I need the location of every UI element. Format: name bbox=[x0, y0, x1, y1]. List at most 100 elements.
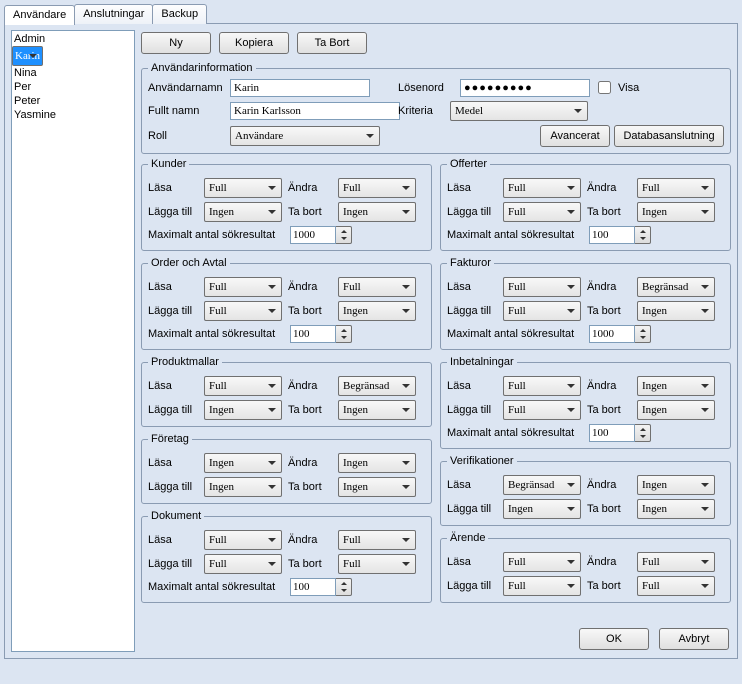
show-password-check[interactable] bbox=[598, 81, 611, 94]
perm-group-offerter: OfferterLäsaFullÄndraFullLägga tillFullT… bbox=[440, 158, 731, 251]
perm-read-select[interactable]: Full bbox=[204, 178, 282, 198]
perm-delete-select[interactable]: Ingen bbox=[637, 400, 715, 420]
user-list-item[interactable]: Peter bbox=[12, 94, 134, 108]
perm-max-input[interactable] bbox=[290, 325, 336, 343]
perm-delete-select[interactable]: Ingen bbox=[637, 499, 715, 519]
perm-change-select[interactable]: Full bbox=[338, 530, 416, 550]
password-input[interactable] bbox=[460, 79, 590, 97]
perm-delete-select[interactable]: Ingen bbox=[637, 202, 715, 222]
advanced-button[interactable]: Avancerat bbox=[540, 125, 610, 147]
new-button[interactable]: Ny bbox=[141, 32, 211, 54]
spinner-down[interactable] bbox=[336, 587, 351, 595]
perm-max-spinner[interactable] bbox=[589, 424, 651, 442]
perm-add-select[interactable]: Full bbox=[503, 301, 581, 321]
spinner-up[interactable] bbox=[336, 579, 351, 587]
perm-add-select[interactable]: Full bbox=[503, 400, 581, 420]
perm-delete-select[interactable]: Full bbox=[637, 576, 715, 596]
dbconnection-button[interactable]: Databasanslutning bbox=[614, 125, 724, 147]
perm-label: Ta bort bbox=[587, 305, 631, 317]
tab-backup[interactable]: Backup bbox=[152, 4, 207, 24]
fullname-input[interactable] bbox=[230, 102, 400, 120]
user-list-item[interactable]: Admin bbox=[12, 32, 134, 46]
perm-read-select[interactable]: Full bbox=[204, 277, 282, 297]
perm-delete-select[interactable]: Full bbox=[338, 554, 416, 574]
perm-max-input[interactable] bbox=[290, 226, 336, 244]
perm-add-select[interactable]: Ingen bbox=[503, 499, 581, 519]
spinner-up[interactable] bbox=[635, 227, 650, 235]
perm-legend: Order och Avtal bbox=[148, 257, 230, 269]
role-select[interactable]: Användare bbox=[230, 126, 380, 146]
perm-change-select[interactable]: Ingen bbox=[338, 453, 416, 473]
spinner-down[interactable] bbox=[635, 334, 650, 342]
perm-delete-select[interactable]: Ingen bbox=[338, 202, 416, 222]
user-list-item[interactable]: Per bbox=[12, 80, 134, 94]
perm-change-select[interactable]: Full bbox=[637, 552, 715, 572]
tab-connections[interactable]: Anslutningar bbox=[74, 4, 153, 24]
perm-read-select[interactable]: Full bbox=[204, 376, 282, 396]
perm-max-input[interactable] bbox=[589, 226, 635, 244]
perm-read-select[interactable]: Full bbox=[204, 530, 282, 550]
perm-group-dokument: DokumentLäsaFullÄndraFullLägga tillFullT… bbox=[141, 510, 432, 603]
fullname-label: Fullt namn bbox=[148, 105, 226, 117]
perm-add-select[interactable]: Full bbox=[503, 202, 581, 222]
copy-button[interactable]: Kopiera bbox=[219, 32, 289, 54]
perm-read-select[interactable]: Full bbox=[503, 552, 581, 572]
perm-read-select[interactable]: Begränsad bbox=[503, 475, 581, 495]
perm-delete-select[interactable]: Ingen bbox=[338, 301, 416, 321]
perm-max-input[interactable] bbox=[589, 424, 635, 442]
perm-change-select[interactable]: Full bbox=[338, 277, 416, 297]
spinner-up[interactable] bbox=[635, 425, 650, 433]
perm-change-select[interactable]: Ingen bbox=[637, 475, 715, 495]
perm-max-label: Maximalt antal sökresultat bbox=[148, 229, 284, 241]
criteria-select[interactable]: Medel bbox=[450, 101, 588, 121]
perm-delete-select[interactable]: Ingen bbox=[338, 400, 416, 420]
perm-add-select[interactable]: Ingen bbox=[204, 477, 282, 497]
user-list-item[interactable]: Yasmine bbox=[12, 108, 134, 122]
perm-label: Ta bort bbox=[288, 404, 332, 416]
cancel-button[interactable]: Avbryt bbox=[659, 628, 729, 650]
tab-users[interactable]: Användare bbox=[4, 5, 75, 25]
perm-add-select[interactable]: Ingen bbox=[204, 202, 282, 222]
perm-max-spinner[interactable] bbox=[589, 325, 651, 343]
spinner-up[interactable] bbox=[336, 326, 351, 334]
perm-max-input[interactable] bbox=[290, 578, 336, 596]
perm-read-select[interactable]: Full bbox=[503, 277, 581, 297]
perm-label: Ta bort bbox=[288, 305, 332, 317]
user-list-item[interactable]: Karin bbox=[12, 46, 43, 66]
user-list[interactable]: AdminKarinNinaPerPeterYasmine bbox=[11, 30, 135, 652]
spinner-up[interactable] bbox=[635, 326, 650, 334]
perm-change-select[interactable]: Full bbox=[338, 178, 416, 198]
ok-button[interactable]: OK bbox=[579, 628, 649, 650]
perm-max-input[interactable] bbox=[589, 325, 635, 343]
delete-button[interactable]: Ta Bort bbox=[297, 32, 367, 54]
perm-max-spinner[interactable] bbox=[589, 226, 651, 244]
perm-label: Lägga till bbox=[447, 206, 497, 218]
perm-max-label: Maximalt antal sökresultat bbox=[447, 229, 583, 241]
user-list-item[interactable]: Nina bbox=[12, 66, 134, 80]
perm-max-spinner[interactable] bbox=[290, 578, 352, 596]
perm-add-select[interactable]: Full bbox=[204, 554, 282, 574]
spinner-down[interactable] bbox=[336, 334, 351, 342]
perm-max-spinner[interactable] bbox=[290, 325, 352, 343]
perm-delete-select[interactable]: Ingen bbox=[637, 301, 715, 321]
spinner-down[interactable] bbox=[336, 235, 351, 243]
perm-add-select[interactable]: Full bbox=[204, 301, 282, 321]
perm-read-select[interactable]: Ingen bbox=[204, 453, 282, 473]
perm-change-select[interactable]: Full bbox=[637, 178, 715, 198]
perm-max-spinner[interactable] bbox=[290, 226, 352, 244]
spinner-down[interactable] bbox=[635, 235, 650, 243]
spinner-down[interactable] bbox=[635, 433, 650, 441]
perm-read-select[interactable]: Full bbox=[503, 376, 581, 396]
username-input[interactable] bbox=[230, 79, 370, 97]
perm-add-select[interactable]: Full bbox=[503, 576, 581, 596]
show-password-checkbox[interactable]: Visa bbox=[594, 78, 639, 97]
perm-change-select[interactable]: Begränsad bbox=[637, 277, 715, 297]
perm-delete-select[interactable]: Ingen bbox=[338, 477, 416, 497]
spinner-up[interactable] bbox=[336, 227, 351, 235]
perm-label: Läsa bbox=[447, 380, 497, 392]
perm-group-orderavtal: Order och AvtalLäsaFullÄndraFullLägga ti… bbox=[141, 257, 432, 350]
perm-read-select[interactable]: Full bbox=[503, 178, 581, 198]
perm-change-select[interactable]: Begränsad bbox=[338, 376, 416, 396]
perm-change-select[interactable]: Ingen bbox=[637, 376, 715, 396]
perm-add-select[interactable]: Ingen bbox=[204, 400, 282, 420]
